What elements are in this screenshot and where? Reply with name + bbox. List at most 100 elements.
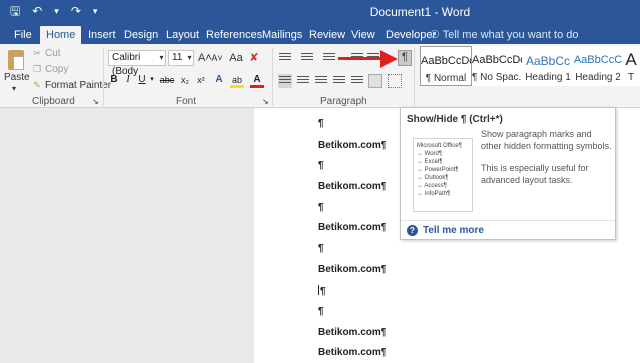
cut-button[interactable]: ✂ Cut: [32, 48, 61, 59]
text-effects-icon[interactable]: A: [212, 72, 226, 88]
underline-button[interactable]: U: [136, 72, 148, 88]
tab-insert[interactable]: Insert: [82, 26, 122, 44]
line-spacing-icon[interactable]: [350, 74, 364, 88]
show-hide-button[interactable]: ¶: [398, 50, 412, 66]
bold-button[interactable]: B: [108, 72, 120, 88]
divider: [103, 48, 104, 106]
style-name: ¶ No Spac...: [472, 72, 524, 83]
tell-me-more-link[interactable]: ? Tell me more: [407, 225, 484, 236]
align-right-icon[interactable]: [314, 74, 328, 88]
preview-line: → Access¶: [417, 183, 447, 189]
doc-line: Betikom.com¶: [318, 222, 387, 233]
doc-line-text: ¶: [320, 286, 326, 297]
preview-line: → InfoPath¶: [417, 191, 451, 197]
clipboard-launcher-icon[interactable]: ↘: [92, 94, 99, 110]
bullets-icon[interactable]: [278, 51, 292, 65]
doc-line: ¶: [318, 160, 324, 171]
divider: [414, 48, 415, 106]
format-painter-button[interactable]: ✎ Format Painter: [32, 80, 111, 91]
tooltip-desc-2: This is especially useful for advanced l…: [481, 163, 589, 185]
doc-line: Betikom.com¶: [318, 347, 387, 358]
doc-line: ¶: [318, 306, 324, 317]
doc-line: Betikom.com¶: [318, 181, 387, 192]
style-name: ¶ Normal: [425, 73, 467, 84]
doc-line: ¶: [318, 243, 324, 254]
help-icon: ?: [407, 225, 418, 236]
copy-button[interactable]: ❐ Copy: [32, 64, 68, 75]
doc-line: ¶: [318, 202, 324, 213]
tab-file[interactable]: File: [8, 26, 38, 44]
preview-line: → Outlook¶: [417, 175, 449, 181]
copy-icon: ❐: [32, 64, 42, 74]
preview-line: → Word¶: [417, 151, 443, 157]
red-arrow-head: [380, 50, 398, 68]
show-hide-tooltip: Show/Hide ¶ (Ctrl+*) Microsoft Office¶ →…: [400, 107, 616, 240]
highlight-icon[interactable]: ab: [230, 72, 244, 88]
shrink-font-button[interactable]: A˅: [211, 50, 223, 66]
title-bar: 🖫 ↶ ▾ ↷ ▾ Document1 - Word: [0, 0, 640, 24]
tooltip-preview: Microsoft Office¶ → Word¶ → Excel¶ → Pow…: [413, 138, 473, 212]
tab-home[interactable]: Home: [40, 26, 82, 44]
divider: [401, 220, 615, 221]
chevron-down-icon[interactable]: ▾: [148, 72, 156, 88]
style-title[interactable]: A T: [622, 46, 640, 86]
style-sample: A: [625, 50, 637, 69]
borders-icon[interactable]: [388, 74, 402, 88]
copy-label: Copy: [45, 64, 69, 75]
align-left-icon[interactable]: [278, 74, 292, 88]
tooltip-desc-1: Show paragraph marks and other hidden fo…: [481, 129, 612, 151]
document-title: Document1 - Word: [369, 5, 471, 19]
lightbulb-icon: ☉: [430, 29, 440, 41]
tab-view[interactable]: View: [345, 26, 381, 44]
scissors-icon: ✂: [33, 48, 41, 58]
font-color-icon[interactable]: A: [250, 72, 264, 88]
clipboard-group-label: Clipboard: [32, 96, 75, 107]
chevron-down-icon[interactable]: ▾: [157, 50, 166, 66]
style-name: T: [627, 72, 635, 83]
style-no-spacing[interactable]: AaBbCcDd ¶ No Spac...: [472, 46, 524, 86]
tab-design[interactable]: Design: [118, 26, 164, 44]
cut-label: Cut: [45, 48, 61, 59]
style-name: Heading 1: [525, 72, 571, 83]
paste-dropdown-icon[interactable]: ▾: [12, 84, 16, 93]
paste-label: Paste: [4, 72, 30, 83]
tell-me-placeholder: Tell me what you want to do: [442, 29, 579, 41]
strikethrough-button[interactable]: abc: [158, 72, 176, 88]
italic-button[interactable]: I: [122, 72, 134, 88]
tell-me-search[interactable]: ☉ Tell me what you want to do: [430, 28, 578, 41]
numbering-icon[interactable]: [300, 51, 314, 65]
multilevel-list-icon[interactable]: [322, 51, 336, 65]
tab-mailings[interactable]: Mailings: [256, 26, 308, 44]
shading-icon[interactable]: [368, 74, 382, 88]
tab-review[interactable]: Review: [303, 26, 351, 44]
font-group-label: Font: [176, 96, 197, 107]
chevron-down-icon[interactable]: ▾: [185, 50, 194, 66]
tooltip-title: Show/Hide ¶ (Ctrl+*): [407, 114, 503, 125]
tell-me-more-label: Tell me more: [423, 225, 484, 236]
justify-icon[interactable]: [332, 74, 346, 88]
tab-layout[interactable]: Layout: [160, 26, 205, 44]
subscript-button[interactable]: x₂: [178, 72, 192, 88]
style-heading-2[interactable]: AaBbCcC Heading 2: [572, 46, 624, 86]
superscript-button[interactable]: x²: [194, 72, 208, 88]
divider: [272, 48, 273, 106]
style-sample: AaBbCcDd: [472, 54, 524, 66]
style-sample: AaBbCc: [525, 54, 571, 68]
text-caret: [318, 285, 319, 295]
grow-font-button[interactable]: A˄: [198, 50, 212, 66]
paste-paper-icon: [13, 56, 24, 70]
format-painter-label: Format Painter: [45, 80, 112, 91]
doc-line-with-caret: ¶: [318, 285, 326, 297]
doc-line: Betikom.com¶: [318, 327, 387, 338]
style-name: Heading 2: [575, 72, 621, 83]
paragraph-group-label: Paragraph: [320, 96, 367, 107]
doc-line: Betikom.com¶: [318, 264, 387, 275]
red-arrow: [338, 57, 382, 60]
brush-icon: ✎: [33, 80, 41, 90]
clear-formatting-icon[interactable]: ✘: [248, 50, 260, 66]
style-normal[interactable]: AaBbCcDd ¶ Normal: [420, 46, 472, 86]
doc-line: ¶: [318, 118, 324, 129]
align-center-icon[interactable]: [296, 74, 310, 88]
style-heading-1[interactable]: AaBbCc Heading 1: [522, 46, 574, 86]
change-case-button[interactable]: Aa: [228, 50, 244, 66]
